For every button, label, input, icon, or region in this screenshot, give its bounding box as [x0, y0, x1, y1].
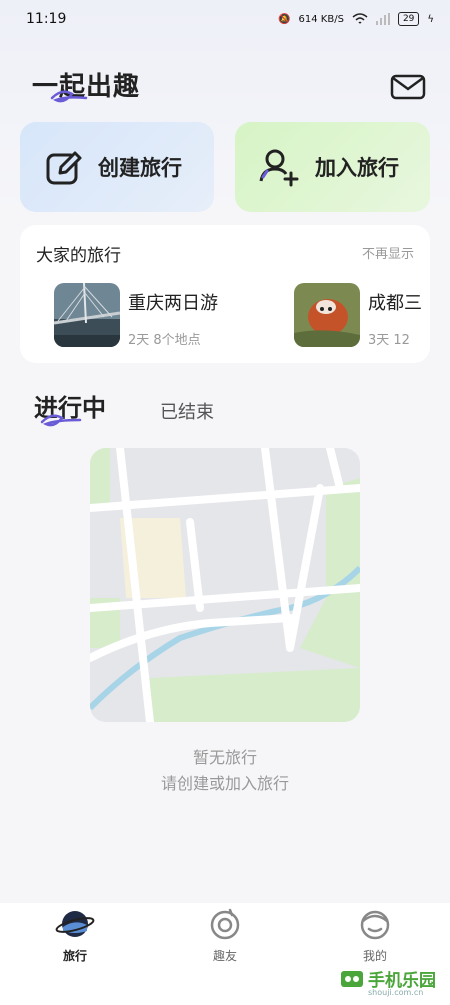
charging-icon: ϟ: [427, 13, 434, 25]
join-trip-button[interactable]: 加入旅行: [235, 122, 430, 212]
nav-label-mine: 我的: [362, 949, 387, 963]
nav-item-friends[interactable]: 趣友: [185, 907, 265, 1005]
battery-level: 29: [397, 12, 420, 26]
join-trip-label: 加入旅行: [315, 156, 399, 180]
add-user-icon: [259, 149, 299, 187]
status-time: 11:19: [26, 11, 67, 27]
watermark: 手机乐园 shouji.com.cn: [340, 966, 436, 997]
wifi-icon: [352, 13, 368, 24]
status-icons: 🔕 614 KB/S 29 ϟ: [278, 12, 434, 26]
others-trips-title: 大家的旅行: [36, 246, 121, 266]
edit-icon: [46, 151, 82, 185]
trip-name: 成都三: [368, 293, 422, 314]
trip-meta: 2天 8个地点: [128, 333, 201, 348]
title-underline-swirl: [50, 90, 88, 103]
create-trip-label: 创建旅行: [98, 156, 182, 180]
trip-card-chengdu[interactable]: 成都三 3天 12: [294, 283, 422, 348]
nav-label-travel: 旅行: [62, 949, 87, 963]
friends-icon: [210, 908, 240, 940]
nav-item-travel[interactable]: 旅行: [35, 907, 115, 1005]
create-trip-button[interactable]: 创建旅行: [20, 122, 214, 212]
tab-underline-swirl: [40, 414, 82, 427]
watermark-subtext: shouji.com.cn: [368, 988, 424, 997]
nav-label-friends: 趣友: [212, 949, 237, 963]
trip-thumbnail: [54, 283, 120, 347]
hide-button[interactable]: 不再显示: [362, 243, 414, 262]
mute-icon: 🔕: [278, 13, 291, 25]
tab-ended[interactable]: 已结束: [160, 398, 214, 424]
status-bar: 11:19 🔕 614 KB/S 29 ϟ: [0, 0, 450, 38]
mail-icon[interactable]: [390, 72, 426, 102]
trip-card-chongqing[interactable]: 重庆两日游 2天 8个地点: [54, 283, 218, 348]
empty-map-illustration: [90, 448, 360, 722]
empty-state-hint: 请创建或加入旅行: [160, 774, 289, 793]
empty-state-title: 暂无旅行: [192, 748, 257, 767]
trip-name: 重庆两日游: [128, 293, 218, 314]
others-trips-card: 大家的旅行 不再显示 重庆两日游 2天 8个地点 成都三 3天 12: [20, 225, 430, 363]
trip-thumbnail: [294, 283, 360, 347]
planet-icon: [55, 911, 95, 937]
network-speed: 614 KB/S: [298, 13, 344, 25]
watermark-logo: [341, 970, 363, 987]
trip-meta: 3天 12: [368, 333, 410, 348]
signal-icon: [375, 13, 390, 25]
profile-icon: [360, 910, 390, 940]
